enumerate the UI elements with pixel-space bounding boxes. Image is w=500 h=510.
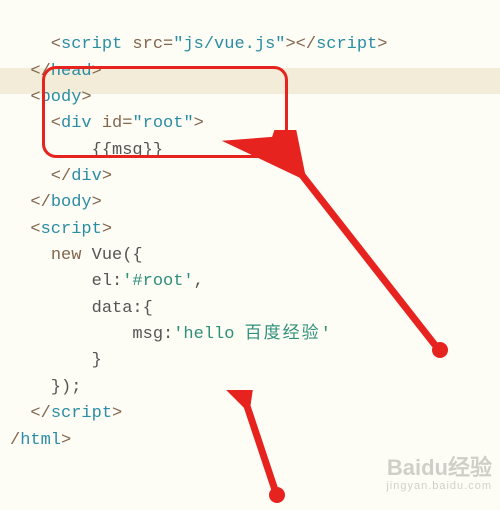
code-text: > (377, 35, 387, 54)
code-text: {{msg}} (10, 141, 163, 160)
code-text: </ (10, 193, 51, 212)
code-text: < (10, 114, 61, 133)
code-text: } (10, 351, 102, 370)
code-text: > (194, 114, 204, 133)
code-text: ' (321, 325, 331, 344)
code-text: script (61, 35, 122, 54)
code-text: Vue({ (81, 246, 142, 265)
code-text: "root" (132, 114, 193, 133)
code-text: body (41, 88, 82, 107)
code-block: <script src="js/vue.js"></script> </head… (0, 0, 500, 454)
code-text: </ (10, 62, 51, 81)
code-text: < (10, 35, 61, 54)
code-text: 'hello (173, 325, 244, 344)
watermark-url: jingyan.baidu.com (386, 480, 492, 492)
code-text: </ (10, 167, 71, 186)
code-text: > (92, 62, 102, 81)
code-text: 百度经验 (245, 325, 321, 344)
code-text: > (102, 220, 112, 239)
code-text: < (10, 220, 41, 239)
code-text: data:{ (10, 299, 153, 318)
code-text: = (122, 114, 132, 133)
code-text: > (61, 431, 71, 450)
code-text: msg: (10, 325, 173, 344)
code-text: </ (10, 404, 51, 423)
code-text: id (92, 114, 123, 133)
watermark-brand: Baidu经验 (386, 456, 492, 480)
code-text: html (20, 431, 61, 450)
code-text: / (10, 431, 20, 450)
code-text: > (81, 88, 91, 107)
code-text: < (10, 88, 41, 107)
code-text: new (51, 246, 82, 265)
code-text: = (163, 35, 173, 54)
code-text: div (71, 167, 102, 186)
code-text: script (51, 404, 112, 423)
code-text: > (102, 167, 112, 186)
code-text (10, 246, 51, 265)
code-text: el: (10, 272, 122, 291)
code-text: script (316, 35, 377, 54)
code-text: script (41, 220, 102, 239)
code-text: ></ (285, 35, 316, 54)
code-text: }); (10, 378, 81, 397)
code-text: '#root' (122, 272, 193, 291)
code-text: body (51, 193, 92, 212)
code-text: , (194, 272, 204, 291)
code-text: > (112, 404, 122, 423)
code-text: "js/vue.js" (173, 35, 285, 54)
code-text: div (61, 114, 92, 133)
code-text: head (51, 62, 92, 81)
watermark: Baidu经验 jingyan.baidu.com (386, 456, 492, 492)
code-text: > (92, 193, 102, 212)
code-text: src (122, 35, 163, 54)
